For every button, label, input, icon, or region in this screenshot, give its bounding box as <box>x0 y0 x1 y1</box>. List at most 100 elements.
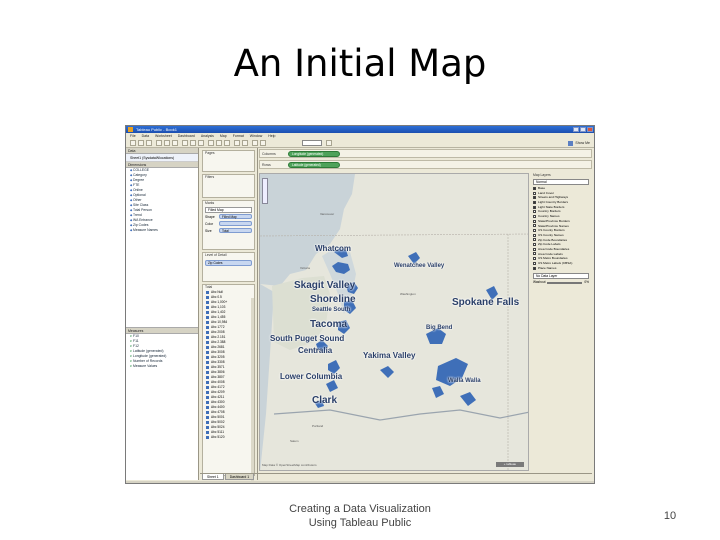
tooltip-icon[interactable] <box>252 140 258 146</box>
city-vancouver: Vancouver <box>320 212 335 216</box>
layer-checkbox[interactable] <box>533 196 536 200</box>
legend-swatch <box>206 416 209 419</box>
measure-field-label: Number of Records <box>133 359 163 363</box>
pages-card[interactable]: Pages <box>202 150 255 172</box>
map-layer-option[interactable]: Place Names <box>530 266 592 271</box>
legend-swatch <box>206 346 209 349</box>
legend-list: Abc Null Abc 0.5 Abc 1,000+ Abc 1,103 Abc 1,… <box>203 290 254 440</box>
size-pill[interactable]: Total <box>219 228 252 233</box>
legend-item[interactable]: Abc 5120 <box>203 435 254 440</box>
legend-swatch <box>206 366 209 369</box>
show-me-icon <box>568 140 574 146</box>
dimension-field[interactable]: ◆Measure Names <box>126 228 198 233</box>
washout-slider[interactable] <box>547 281 583 284</box>
axis-icon[interactable] <box>242 140 248 146</box>
clear-icon[interactable] <box>172 140 178 146</box>
tab-sheet-1[interactable]: Sheet 1 <box>202 474 224 480</box>
group-icon[interactable] <box>208 140 214 146</box>
zoom-control[interactable] <box>262 178 268 204</box>
highlight-icon[interactable] <box>224 140 230 146</box>
sort-asc-icon[interactable] <box>190 140 196 146</box>
layer-checkbox[interactable] <box>533 243 536 247</box>
city-portland: Portland <box>312 424 324 428</box>
maximize-icon[interactable] <box>580 127 586 132</box>
level-of-detail-card: Level of Detail Zip Codes <box>202 252 255 282</box>
mark-type-select[interactable]: Filled Map <box>205 207 252 213</box>
layer-checkbox[interactable] <box>533 186 536 190</box>
layer-checkbox[interactable] <box>533 257 536 261</box>
rows-shelf[interactable]: Rows Latitude (generated) <box>259 160 592 169</box>
legend-swatch <box>206 321 209 324</box>
layer-checkbox[interactable] <box>533 191 536 195</box>
layer-checkbox[interactable] <box>533 224 536 228</box>
dimension-field-label: Online <box>133 188 143 192</box>
map-layers-title: Map Layers <box>533 173 551 177</box>
layer-checkbox[interactable] <box>533 266 536 270</box>
minimize-icon[interactable] <box>573 127 579 132</box>
legend-item-label: Abc 5120 <box>211 435 225 439</box>
swap-icon[interactable] <box>182 140 188 146</box>
tab-dashboard-1[interactable]: Dashboard 1 <box>224 474 255 480</box>
show-me-button[interactable]: Show Me <box>568 140 590 146</box>
latitude-pill[interactable]: Latitude (generated) <box>288 162 340 168</box>
filters-card[interactable]: Filters <box>202 174 255 198</box>
layer-checkbox[interactable] <box>533 200 536 204</box>
legend-scrollbar[interactable] <box>251 298 254 483</box>
data-layer-select[interactable]: No Data Layer <box>533 273 589 280</box>
region-yakima: Yakima Valley <box>363 351 416 360</box>
sheet-tabs: Sheet 1 Dashboard 1 <box>200 473 592 481</box>
fit-select[interactable] <box>302 140 322 146</box>
legend-swatch <box>206 326 209 329</box>
layer-checkbox[interactable] <box>533 210 536 214</box>
layer-checkbox[interactable] <box>533 214 536 218</box>
zip-codes-pill[interactable]: Zip Codes <box>205 260 252 266</box>
layer-checkbox[interactable] <box>533 252 536 256</box>
window-controls <box>573 127 593 132</box>
close-icon[interactable] <box>587 127 593 132</box>
layer-checkbox[interactable] <box>533 247 536 251</box>
map-style-select[interactable]: Normal <box>533 179 589 185</box>
pin-icon[interactable] <box>326 140 332 146</box>
footer-line-2: Using Tableau Public <box>308 517 412 529</box>
measure-field-label: F10 <box>133 334 139 338</box>
legend-swatch <box>206 311 209 314</box>
color-pill[interactable] <box>219 221 252 226</box>
color-row: Color <box>205 221 252 227</box>
legend-swatch <box>206 361 209 364</box>
shape-pill[interactable]: Filled Map <box>219 214 252 219</box>
redo-icon[interactable] <box>146 140 152 146</box>
datasource-item[interactable]: Sheet1 (SysdataWlocations) <box>126 154 198 162</box>
dimension-field-label: Category <box>133 173 147 177</box>
legend-swatch <box>206 356 209 359</box>
layer-checkbox[interactable] <box>533 261 536 265</box>
save-icon[interactable] <box>130 140 136 146</box>
region-spokane: Spokane Falls <box>452 297 520 308</box>
label-icon[interactable] <box>216 140 222 146</box>
layer-checkbox[interactable] <box>533 219 536 223</box>
layer-checkbox[interactable] <box>533 233 536 237</box>
status-bar <box>126 481 594 483</box>
layer-checkbox[interactable] <box>533 229 536 233</box>
shape-row: Shape Filled Map <box>205 214 252 220</box>
sort-desc-icon[interactable] <box>198 140 204 146</box>
tableau-screenshot: Tableau Public - Book1 File Data Workshe… <box>125 125 595 484</box>
legend-swatch <box>206 426 209 429</box>
layer-list: Base Land Cover Streets and Highways Light … <box>530 186 592 270</box>
layer-checkbox[interactable] <box>533 238 536 242</box>
undo-icon[interactable] <box>138 140 144 146</box>
legend-swatch <box>206 336 209 339</box>
new-sheet-icon[interactable] <box>156 140 162 146</box>
region-centralia: Centralia <box>298 346 333 355</box>
layer-checkbox[interactable] <box>533 205 536 209</box>
layer-label: Place Names <box>538 265 557 270</box>
columns-shelf[interactable]: Columns Longitude (generated) <box>259 149 592 158</box>
longitude-pill[interactable]: Longitude (generated) <box>288 151 340 157</box>
legend-swatch <box>206 431 209 434</box>
duplicate-icon[interactable] <box>164 140 170 146</box>
legend-swatch <box>206 291 209 294</box>
fit-icon[interactable] <box>234 140 240 146</box>
measure-field[interactable]: #Measure Values <box>126 364 198 369</box>
presentation-icon[interactable] <box>260 140 266 146</box>
map-layers-pane: Map Layers Normal Base Land Cover Streets … <box>530 173 592 471</box>
map-view[interactable]: Vancouver Victoria Washington Olympia Sa… <box>259 173 529 471</box>
